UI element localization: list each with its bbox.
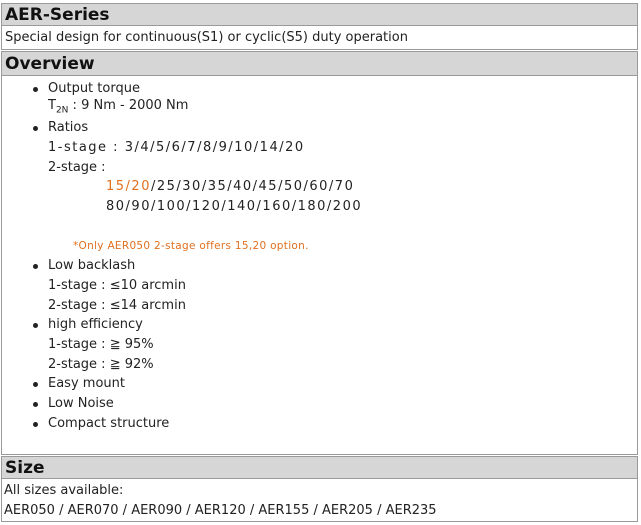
size-intro: All sizes available: (4, 483, 124, 498)
feature-low-noise: Low Noise (33, 396, 114, 411)
ratios-stage2-highlight: 15/20 (106, 179, 151, 194)
torque-symbol: T (48, 98, 56, 113)
efficiency-stage1: 1-stage : ≧ 95% (48, 337, 154, 352)
ratios-stage1: 1-stage : 3/4/5/6/7/8/9/10/14/20 (48, 140, 305, 155)
output-torque-value: T2N : 9 Nm - 2000 Nm (48, 97, 188, 120)
overview-panel: Output torque T2N : 9 Nm - 2000 Nm Ratio… (1, 76, 638, 455)
feature-easy-mount: Easy mount (33, 376, 125, 391)
ratios-stage2-line1: 15/20/25/30/35/40/45/50/60/70 (106, 178, 354, 196)
size-panel: All sizes available: AER050 / AER070 / A… (1, 479, 638, 522)
series-title: AER-Series (1, 3, 638, 26)
efficiency-stage2: 2-stage : ≧ 92% (48, 357, 154, 372)
series-description: Special design for continuous(S1) or cyc… (1, 26, 638, 50)
output-torque-label: Output torque (33, 81, 140, 96)
ratios-note: *Only AER050 2-stage offers 15,20 option… (73, 240, 309, 252)
backlash-label: Low backlash (32, 258, 136, 273)
size-list: AER050 / AER070 / AER090 / AER120 / AER1… (4, 503, 437, 518)
feature-compact-structure: Compact structure (32, 416, 170, 431)
ratios-stage2-label: 2-stage : (48, 160, 106, 175)
backlash-stage1: 1-stage : ≤10 arcmin (48, 278, 186, 293)
size-title: Size (1, 456, 638, 479)
overview-title: Overview (1, 51, 638, 76)
ratios-stage2-rest: /25/30/35/40/45/50/60/70 (150, 179, 355, 194)
ratios-label: Ratios (32, 120, 89, 135)
ratios-stage2-line2: 80/90/100/120/140/160/180/200 (106, 199, 363, 214)
torque-subscript: 2N (55, 105, 69, 116)
efficiency-label: high efficiency (33, 317, 143, 332)
torque-range: : 9 Nm - 2000 Nm (68, 98, 189, 113)
backlash-stage2: 2-stage : ≤14 arcmin (48, 298, 186, 313)
